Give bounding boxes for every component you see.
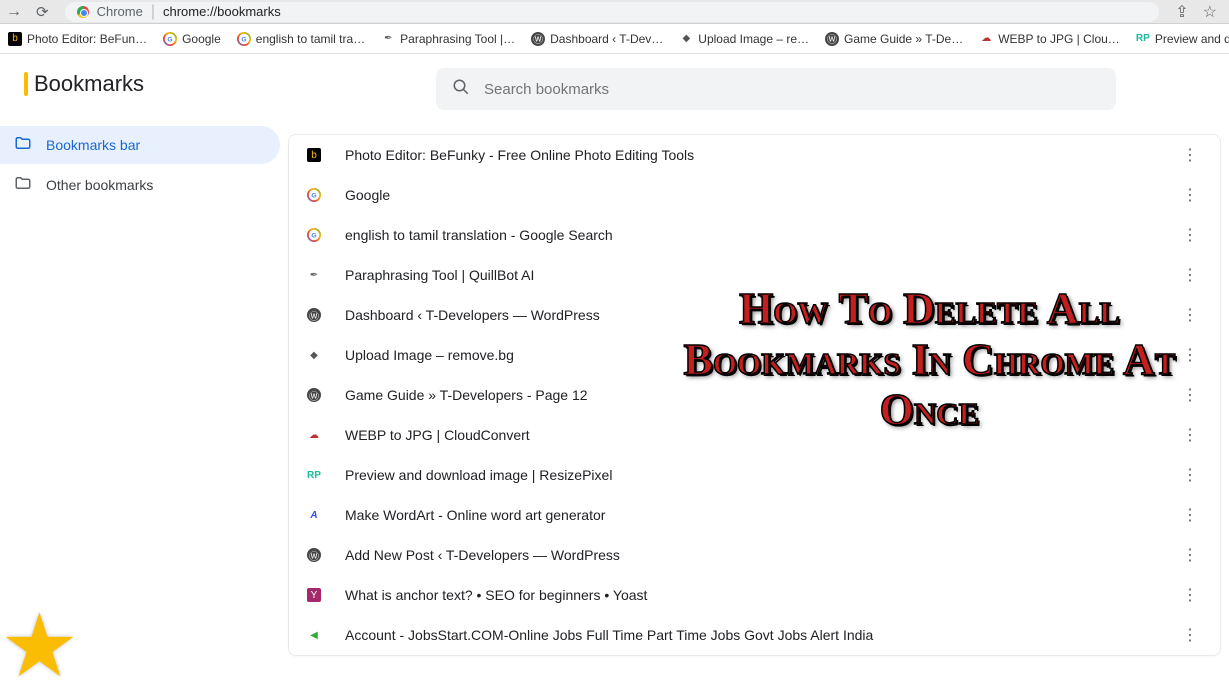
bookmarks-bar-label: Paraphrasing Tool |…	[400, 32, 515, 46]
bookmarks-bar-item[interactable]: english to tamil tra…	[231, 28, 371, 50]
more-menu-icon[interactable]: ⋮	[1178, 381, 1202, 409]
forward-icon[interactable]: →	[6, 3, 22, 21]
browser-toolbar: → ⟳ Chrome | chrome://bookmarks ⇪ ☆	[0, 0, 1229, 24]
bookmark-row[interactable]: RPPreview and download image | ResizePix…	[289, 455, 1220, 495]
bookmark-title: Upload Image – remove.bg	[345, 347, 1154, 363]
bookmark-title: Dashboard ‹ T-Developers — WordPress	[345, 307, 1154, 323]
bookmark-title: What is anchor text? • SEO for beginners…	[345, 587, 1154, 603]
bookmarks-bar-item[interactable]: ⓌGame Guide » T-De…	[819, 28, 969, 50]
bookmark-title: Add New Post ‹ T-Developers — WordPress	[345, 547, 1154, 563]
bookmarks-list-area: bPhoto Editor: BeFunky - Free Online Pho…	[280, 54, 1229, 691]
bookmark-title: english to tamil translation - Google Se…	[345, 227, 1154, 243]
bookmark-title: Photo Editor: BeFunky - Free Online Phot…	[345, 147, 1154, 163]
bookmark-title: Google	[345, 187, 1154, 203]
title-accent	[24, 72, 28, 96]
bookmark-row[interactable]: Google ⋮	[289, 175, 1220, 215]
bookmarks-app: Bookmarks Bookmarks bar Other bookmarks …	[0, 54, 1229, 691]
bookmarks-bar-item[interactable]: ◆Upload Image – re…	[673, 28, 815, 50]
page-title: Bookmarks	[24, 71, 144, 97]
more-menu-icon[interactable]: ⋮	[1178, 181, 1202, 209]
more-menu-icon[interactable]: ⋮	[1178, 461, 1202, 489]
bookmark-row[interactable]: bPhoto Editor: BeFunky - Free Online Pho…	[289, 135, 1220, 175]
bookmarks-bar-item[interactable]: ✒Paraphrasing Tool |…	[375, 28, 521, 50]
sidebar-item-bookmarks-bar[interactable]: Bookmarks bar	[0, 126, 280, 164]
bookmarks-bar-strip: bPhoto Editor: BeFun… Google english to ta…	[0, 24, 1229, 54]
header: Bookmarks	[0, 54, 1229, 114]
sidebar: Bookmarks bar Other bookmarks	[0, 54, 280, 691]
bookmarks-bar-item[interactable]: ☁WEBP to JPG | Clou…	[973, 28, 1126, 50]
search-input[interactable]	[484, 81, 1100, 98]
bookmark-row[interactable]: YWhat is anchor text? • SEO for beginner…	[289, 575, 1220, 615]
separator: |	[151, 3, 155, 21]
address-bar[interactable]: Chrome | chrome://bookmarks	[65, 2, 1160, 22]
url-path: chrome://bookmarks	[163, 4, 281, 19]
chrome-logo-icon	[77, 6, 89, 18]
bookmarks-bar-item[interactable]: bPhoto Editor: BeFun…	[2, 28, 153, 50]
more-menu-icon[interactable]: ⋮	[1178, 301, 1202, 329]
bookmark-row[interactable]: ✒Paraphrasing Tool | QuillBot AI⋮	[289, 255, 1220, 295]
folder-icon	[14, 134, 32, 157]
bookmarks-bar-label: Game Guide » T-De…	[844, 32, 963, 46]
bookmarks-bar-item[interactable]: RPPreview and downl…	[1130, 28, 1229, 50]
url-scheme-label: Chrome	[97, 4, 143, 19]
bookmarks-bar-label: WEBP to JPG | Clou…	[998, 32, 1120, 46]
more-menu-icon[interactable]: ⋮	[1178, 261, 1202, 289]
bookmarks-bar-label: Upload Image – re…	[698, 32, 809, 46]
bookmark-row[interactable]: ◀Account - JobsStart.COM-Online Jobs Ful…	[289, 615, 1220, 655]
bookmark-row[interactable]: english to tamil translation - Google Se…	[289, 215, 1220, 255]
more-menu-icon[interactable]: ⋮	[1178, 501, 1202, 529]
search-container	[436, 68, 1116, 110]
bookmark-title: WEBP to JPG | CloudConvert	[345, 427, 1154, 443]
bookmark-title: Preview and download image | ResizePixel	[345, 467, 1154, 483]
bookmark-title: Paraphrasing Tool | QuillBot AI	[345, 267, 1154, 283]
more-menu-icon[interactable]: ⋮	[1178, 581, 1202, 609]
bookmarks-list: bPhoto Editor: BeFunky - Free Online Pho…	[288, 134, 1221, 656]
more-menu-icon[interactable]: ⋮	[1178, 621, 1202, 649]
sidebar-item-label: Bookmarks bar	[46, 137, 140, 153]
bookmark-row[interactable]: ☁WEBP to JPG | CloudConvert⋮	[289, 415, 1220, 455]
folder-icon	[14, 174, 32, 197]
bookmark-row[interactable]: ⓌGame Guide » T-Developers - Page 12⋮	[289, 375, 1220, 415]
bookmarks-bar-label: Dashboard ‹ T-Dev…	[550, 32, 663, 46]
bookmarks-bar-label: Google	[182, 32, 221, 46]
browser-actions: ⇪ ☆	[1175, 2, 1223, 22]
more-menu-icon[interactable]: ⋮	[1178, 421, 1202, 449]
bookmark-row[interactable]: ◆Upload Image – remove.bg⋮	[289, 335, 1220, 375]
more-menu-icon[interactable]: ⋮	[1178, 141, 1202, 169]
more-menu-icon[interactable]: ⋮	[1178, 221, 1202, 249]
bookmark-title: Make WordArt - Online word art generator	[345, 507, 1154, 523]
bookmarks-bar-label: english to tamil tra…	[256, 32, 365, 46]
sidebar-item-label: Other bookmarks	[46, 177, 153, 193]
bookmark-row[interactable]: AMake WordArt - Online word art generato…	[289, 495, 1220, 535]
bookmark-row[interactable]: ⓌDashboard ‹ T-Developers — WordPress⋮	[289, 295, 1220, 335]
more-menu-icon[interactable]: ⋮	[1178, 341, 1202, 369]
sidebar-item-other-bookmarks[interactable]: Other bookmarks	[0, 166, 280, 204]
share-icon[interactable]: ⇪	[1175, 2, 1188, 22]
bookmark-star-icon[interactable]: ☆	[1203, 2, 1217, 22]
bookmark-title: Game Guide » T-Developers - Page 12	[345, 387, 1154, 403]
bookmark-row[interactable]: ⓌAdd New Post ‹ T-Developers — WordPress…	[289, 535, 1220, 575]
more-menu-icon[interactable]: ⋮	[1178, 541, 1202, 569]
bookmark-title: Account - JobsStart.COM-Online Jobs Full…	[345, 627, 1154, 643]
bookmarks-bar-label: Preview and downl…	[1155, 32, 1229, 46]
reload-icon[interactable]: ⟳	[36, 3, 49, 21]
bookmarks-bar-label: Photo Editor: BeFun…	[27, 32, 147, 46]
page-title-text: Bookmarks	[34, 71, 144, 97]
search-icon	[452, 78, 470, 101]
bookmarks-bar-item[interactable]: Google	[157, 28, 227, 50]
bookmarks-bar-item[interactable]: ⓌDashboard ‹ T-Dev…	[525, 28, 669, 50]
